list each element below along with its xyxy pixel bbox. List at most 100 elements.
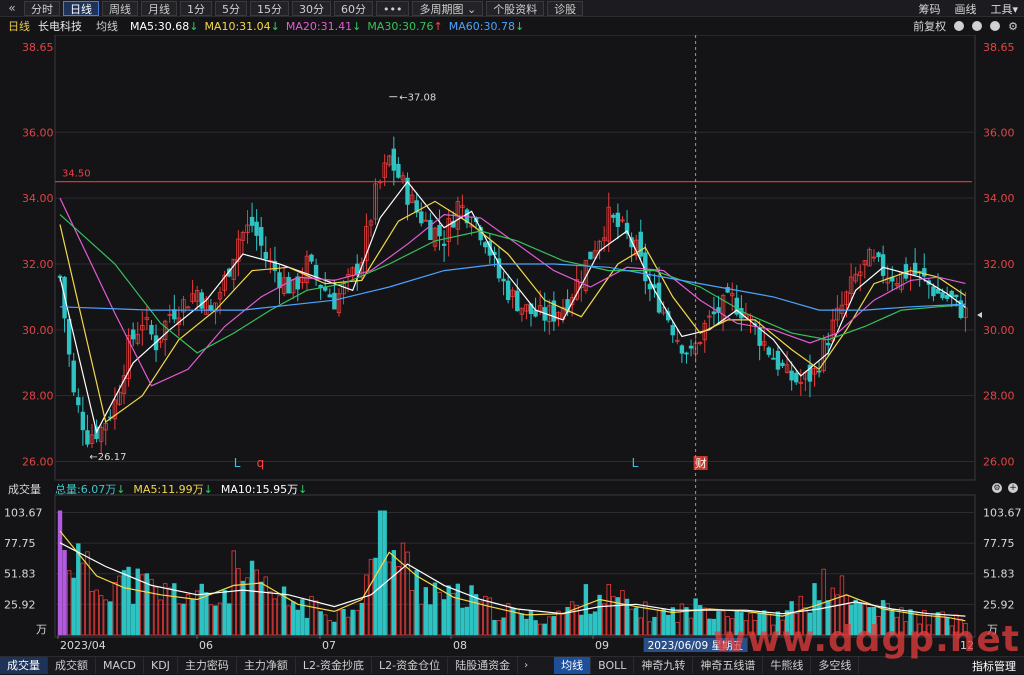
volume-bar [461, 608, 465, 635]
price-tick-right: 32.00 [983, 258, 1015, 271]
price-tick-left: 36.00 [22, 126, 54, 139]
volume-bar [552, 616, 556, 635]
volume-bar [433, 583, 437, 635]
candle-body [941, 293, 945, 298]
candle-body [936, 289, 940, 293]
indicator-tab-2[interactable]: MACD [96, 657, 144, 674]
indicator-tab-7[interactable]: L2-资金仓位 [372, 657, 448, 674]
candle-body [259, 227, 263, 245]
tools-menu-button[interactable]: 工具▾ [990, 1, 1018, 17]
period-tab-5[interactable]: 5分 [215, 1, 247, 16]
volume-bar [205, 593, 209, 635]
volume-bar [580, 615, 584, 635]
volume-bar [525, 619, 529, 635]
overlay-tab-1[interactable]: BOLL [591, 657, 634, 674]
candle-body [296, 277, 300, 289]
candle-body [255, 222, 259, 235]
kline-chart[interactable]: 36.0036.0034.0034.0032.0032.0030.0030.00… [0, 35, 1024, 675]
volume-tick-left: 77.75 [4, 537, 36, 550]
period-tab-10[interactable]: 多周期图 ⌄ [412, 1, 483, 16]
candle-body [776, 351, 780, 369]
chevron-right-icon[interactable]: › [518, 660, 534, 671]
volume-bar [173, 584, 177, 635]
volume-bar [808, 613, 812, 635]
help-icon[interactable]: ? [954, 21, 964, 31]
volume-bar [945, 618, 949, 635]
overlay-tab-4[interactable]: 牛熊线 [763, 657, 811, 674]
x-axis-label-3: 08 [453, 639, 467, 652]
overlay-tab-0[interactable]: 均线 [554, 657, 591, 674]
price-tick-left: 28.00 [22, 390, 54, 403]
period-tab-1[interactable]: 日线 [63, 1, 99, 16]
candle-body [397, 164, 401, 177]
volume-bar [849, 605, 853, 635]
settings-icon[interactable]: ⚙ [992, 483, 1002, 493]
volume-bar [76, 544, 80, 635]
indicator-manage-button[interactable]: 指标管理 [964, 658, 1024, 674]
indicator-tab-3[interactable]: KDJ [144, 657, 178, 674]
candle-body [790, 371, 794, 380]
candle-body [685, 353, 689, 354]
indicator-tab-6[interactable]: L2-资金抄底 [296, 657, 372, 674]
candle-body [502, 279, 506, 281]
overlay-tab-5[interactable]: 多空线 [811, 657, 859, 674]
volume-bar [872, 607, 876, 635]
volume-bar [502, 618, 506, 635]
finance-marker: 财 [696, 456, 707, 470]
ma-value-4: MA60:30.78↓ [449, 20, 524, 33]
line-type-label[interactable]: 均线 [96, 18, 118, 34]
settings-icon[interactable]: ⚙ [1008, 20, 1018, 33]
indicator-tab-8[interactable]: 陆股通资金 [448, 657, 518, 674]
period-tab-11[interactable]: 个股资料 [486, 1, 544, 16]
draw-line-button[interactable]: 画线 [954, 1, 976, 17]
ma-value-3: MA30:30.76↑ [367, 20, 442, 33]
candle-body [648, 284, 652, 289]
chips-button[interactable]: 筹码 [918, 1, 940, 17]
stock-name[interactable]: 长电科技 [38, 18, 82, 34]
adjust-mode-button[interactable]: 前复权 [913, 18, 946, 34]
volume-bar [470, 586, 474, 635]
zoom-in-icon[interactable]: + [1008, 483, 1018, 493]
candle-body [429, 220, 433, 239]
volume-bar [429, 605, 433, 635]
toolbar-right: 筹码 画线 工具▾ [904, 0, 1018, 17]
period-tab-4[interactable]: 1分 [180, 1, 212, 16]
candle-body [483, 243, 487, 247]
candle-body [264, 252, 268, 258]
infobar-right: 前复权 ? + − ⚙ [905, 17, 1018, 35]
candle-body [419, 212, 423, 223]
volume-bar [392, 550, 396, 635]
period-tab-0[interactable]: 分时 [24, 1, 60, 16]
ma-value-1: MA10:31.04↓ [204, 20, 279, 33]
period-tab-2[interactable]: 周线 [102, 1, 138, 16]
candle-body [278, 273, 282, 288]
period-tab-7[interactable]: 30分 [292, 1, 331, 16]
period-tab-6[interactable]: 15分 [250, 1, 289, 16]
ma-value-2: MA20:31.41↓ [286, 20, 361, 33]
period-tab-12[interactable]: 诊股 [547, 1, 583, 16]
volume-bar [520, 614, 524, 635]
volume-bar [854, 600, 858, 635]
volume-bar [291, 602, 295, 635]
candle-body [392, 149, 396, 170]
zoom-out-icon[interactable]: − [990, 21, 1000, 31]
candle-body [772, 358, 776, 359]
zoom-in-icon[interactable]: + [972, 21, 982, 31]
indicator-tab-1[interactable]: 成交额 [48, 657, 96, 674]
period-tab-9[interactable]: ••• [376, 1, 409, 16]
period-tab-3[interactable]: 月线 [141, 1, 177, 16]
indicator-tab-5[interactable]: 主力净额 [237, 657, 296, 674]
chevron-double-left-icon[interactable]: « [4, 1, 20, 15]
overlay-tab-2[interactable]: 神奇九转 [634, 657, 693, 674]
indicator-tab-4[interactable]: 主力密码 [178, 657, 237, 674]
period-tab-8[interactable]: 60分 [334, 1, 373, 16]
volume-bar [758, 614, 762, 635]
overlay-tab-3[interactable]: 神奇五线谱 [693, 657, 763, 674]
indicator-tab-0[interactable]: 成交量 [0, 657, 48, 674]
volume-bar [465, 607, 469, 635]
candle-body [817, 371, 821, 372]
x-axis-label-0: 2023/04 [60, 639, 106, 652]
volume-tick-left: 51.83 [4, 568, 36, 581]
candle-body [534, 310, 538, 316]
candle-body [310, 255, 314, 261]
